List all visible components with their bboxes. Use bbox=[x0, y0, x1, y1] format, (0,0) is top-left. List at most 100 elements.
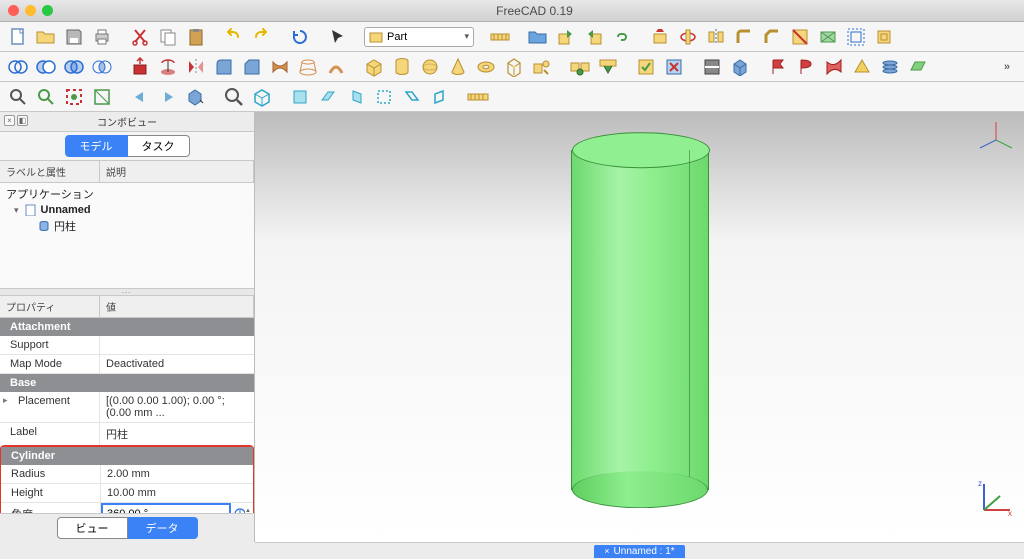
model-tree[interactable]: アプリケーション Unnamed 円柱 bbox=[0, 183, 254, 288]
maximize-window-icon[interactable] bbox=[42, 5, 53, 16]
paste-button[interactable] bbox=[184, 25, 208, 49]
select-all-button[interactable] bbox=[62, 85, 86, 109]
panel-undock-icon[interactable]: ◧ bbox=[17, 115, 28, 126]
document-tab[interactable]: × Unnamed : 1* bbox=[594, 545, 684, 558]
tree-document[interactable]: Unnamed bbox=[4, 203, 250, 217]
view-config-button[interactable] bbox=[184, 85, 208, 109]
ruled-surface-button[interactable] bbox=[268, 55, 292, 79]
tree-root[interactable]: アプリケーション bbox=[4, 185, 250, 203]
box-select-button[interactable] bbox=[90, 85, 114, 109]
part-extrude-button[interactable] bbox=[648, 25, 672, 49]
part-cross-button[interactable] bbox=[816, 25, 840, 49]
print-button[interactable] bbox=[90, 25, 114, 49]
part-offset-button[interactable] bbox=[844, 25, 868, 49]
prop-support[interactable]: Support bbox=[0, 336, 254, 355]
zoom-fit-button[interactable] bbox=[6, 85, 30, 109]
bottom-view-button[interactable] bbox=[400, 85, 424, 109]
front-view-button[interactable] bbox=[288, 85, 312, 109]
chamfer-op-button[interactable] bbox=[240, 55, 264, 79]
rear-view-button[interactable] bbox=[372, 85, 396, 109]
iso-view-button[interactable] bbox=[250, 85, 274, 109]
part-thickness-button[interactable] bbox=[872, 25, 896, 49]
new-file-button[interactable] bbox=[6, 25, 30, 49]
fillet-op-button[interactable] bbox=[212, 55, 236, 79]
prism-primitive-button[interactable] bbox=[502, 55, 526, 79]
red-surface-button[interactable] bbox=[822, 55, 846, 79]
blue-stack-button[interactable] bbox=[878, 55, 902, 79]
defeaturing-button[interactable] bbox=[662, 55, 686, 79]
workbench-selector[interactable]: Part bbox=[364, 27, 474, 47]
boolean-common-button[interactable] bbox=[6, 55, 30, 79]
mirror-op-button[interactable] bbox=[184, 55, 208, 79]
group-attachment[interactable]: Attachment bbox=[0, 318, 254, 336]
prop-mapmode[interactable]: Map ModeDeactivated bbox=[0, 355, 254, 374]
link-button[interactable] bbox=[610, 25, 634, 49]
cylinder-model[interactable] bbox=[571, 150, 709, 490]
boolean-intersect-button[interactable] bbox=[90, 55, 114, 79]
compound-button[interactable] bbox=[568, 55, 592, 79]
prop-placement[interactable]: ▸Placement[(0.00 0.00 1.00); 0.00 °; (0.… bbox=[0, 392, 254, 423]
check-geometry-button[interactable] bbox=[634, 55, 658, 79]
left-view-button[interactable] bbox=[428, 85, 452, 109]
prop-radius[interactable]: Radius2.00 mm bbox=[1, 465, 253, 484]
color-per-face-button[interactable] bbox=[728, 55, 752, 79]
shape-builder-button[interactable] bbox=[530, 55, 554, 79]
export-button[interactable] bbox=[554, 25, 578, 49]
open-folder-button[interactable] bbox=[526, 25, 550, 49]
prop-height[interactable]: Height10.00 mm bbox=[1, 484, 253, 503]
sweep-button[interactable] bbox=[324, 55, 348, 79]
torus-primitive-button[interactable] bbox=[474, 55, 498, 79]
tab-view[interactable]: ビュー bbox=[57, 517, 128, 539]
green-plane-button[interactable] bbox=[906, 55, 930, 79]
part-revolve-button[interactable] bbox=[676, 25, 700, 49]
box-primitive-button[interactable] bbox=[362, 55, 386, 79]
open-file-button[interactable] bbox=[34, 25, 58, 49]
zoom-button[interactable] bbox=[222, 85, 246, 109]
unit-selector-icon[interactable] bbox=[233, 507, 245, 514]
undo-button[interactable] bbox=[222, 25, 246, 49]
tree-item-cylinder[interactable]: 円柱 bbox=[4, 217, 250, 235]
copy-button[interactable] bbox=[156, 25, 180, 49]
expand-icon[interactable]: ▸ bbox=[0, 392, 8, 422]
extrude-button[interactable] bbox=[128, 55, 152, 79]
nav-cube-axes-icon[interactable] bbox=[976, 120, 1016, 160]
cone-primitive-button[interactable] bbox=[446, 55, 470, 79]
save-button[interactable] bbox=[62, 25, 86, 49]
cut-button[interactable] bbox=[128, 25, 152, 49]
close-tab-icon[interactable]: × bbox=[604, 546, 609, 556]
part-section-button[interactable] bbox=[788, 25, 812, 49]
sphere-primitive-button[interactable] bbox=[418, 55, 442, 79]
measure-button[interactable] bbox=[488, 25, 512, 49]
panel-splitter[interactable] bbox=[0, 288, 254, 296]
toolbar-overflow-button[interactable]: » bbox=[996, 61, 1018, 73]
part-mirror-button[interactable] bbox=[704, 25, 728, 49]
right-view-button[interactable] bbox=[344, 85, 368, 109]
revolve-button[interactable] bbox=[156, 55, 180, 79]
close-window-icon[interactable] bbox=[8, 5, 19, 16]
measure-distance-button[interactable] bbox=[466, 85, 490, 109]
minimize-window-icon[interactable] bbox=[25, 5, 36, 16]
cylinder-primitive-button[interactable] bbox=[390, 55, 414, 79]
compound-filter-button[interactable] bbox=[596, 55, 620, 79]
group-cylinder[interactable]: Cylinder bbox=[1, 447, 253, 465]
boolean-union-button[interactable] bbox=[62, 55, 86, 79]
red-flag-button[interactable] bbox=[766, 55, 790, 79]
nav-back-button[interactable] bbox=[128, 85, 152, 109]
part-fillet-button[interactable] bbox=[732, 25, 756, 49]
redo-button[interactable] bbox=[250, 25, 274, 49]
loft-button[interactable] bbox=[296, 55, 320, 79]
zoom-selection-button[interactable] bbox=[34, 85, 58, 109]
section-cut-button[interactable] bbox=[700, 55, 724, 79]
tab-task[interactable]: タスク bbox=[128, 135, 190, 157]
refresh-button[interactable] bbox=[288, 25, 312, 49]
import-button[interactable] bbox=[582, 25, 606, 49]
panel-close-icon[interactable]: × bbox=[4, 115, 15, 126]
top-view-button[interactable] bbox=[316, 85, 340, 109]
part-chamfer-button[interactable] bbox=[760, 25, 784, 49]
boolean-cut-button[interactable] bbox=[34, 55, 58, 79]
nav-forward-button[interactable] bbox=[156, 85, 180, 109]
prop-label[interactable]: Label円柱 bbox=[0, 423, 254, 446]
yellow-surface-button[interactable] bbox=[850, 55, 874, 79]
prop-angle[interactable]: 角度 ▲▼ bbox=[1, 503, 253, 514]
pointer-button[interactable] bbox=[326, 25, 350, 49]
